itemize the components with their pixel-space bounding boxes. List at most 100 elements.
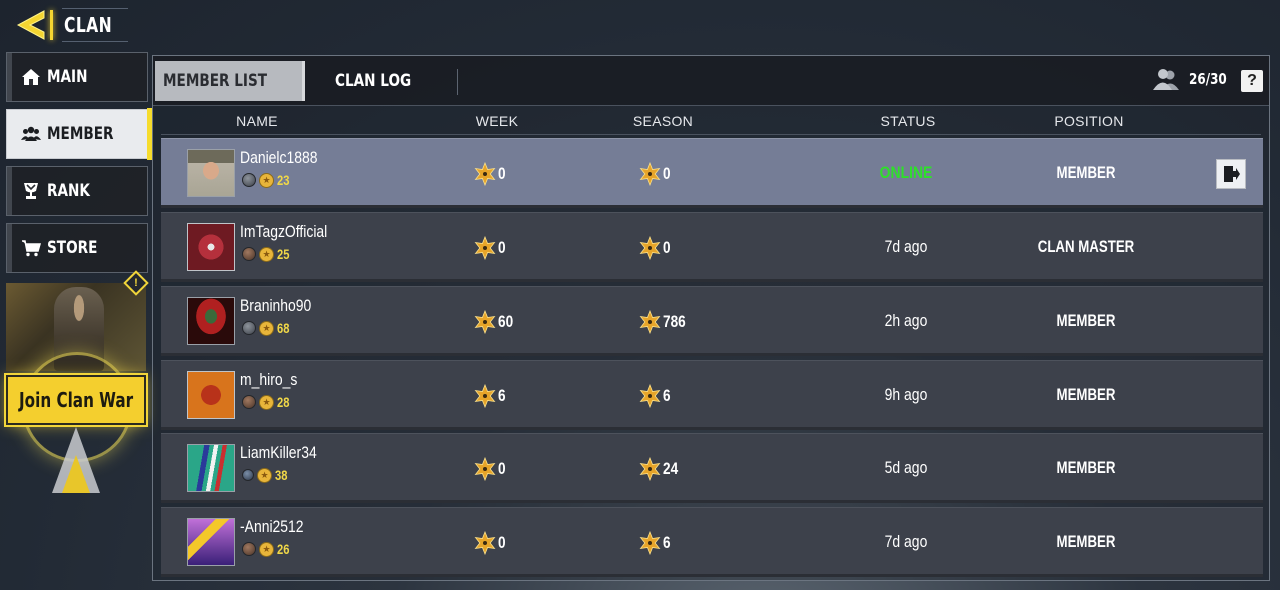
- sidebar-item-label: MEMBER: [47, 124, 114, 144]
- star-icon: [639, 310, 661, 334]
- avatar: [187, 297, 235, 345]
- member-level: 28: [277, 394, 290, 410]
- home-icon: [22, 69, 40, 85]
- member-status: ONLINE: [879, 163, 933, 182]
- member-level: 26: [277, 541, 290, 557]
- season-value: 24: [663, 459, 679, 478]
- level-star-icon: ★: [259, 394, 274, 410]
- column-header-status: STATUS: [880, 113, 936, 129]
- column-header-name: NAME: [236, 113, 278, 129]
- star-icon: [639, 384, 661, 408]
- level-star-icon: ★: [257, 467, 272, 483]
- rank-badge-icon: [242, 469, 254, 481]
- member-name: -Anni2512: [240, 517, 304, 536]
- member-badges: ★ 26: [242, 541, 293, 557]
- season-value: 786: [663, 312, 686, 331]
- member-name: Braninho90: [240, 296, 312, 315]
- sidebar-item-rank[interactable]: RANK: [6, 166, 148, 216]
- member-position: MEMBER: [1056, 532, 1116, 551]
- back-arrow-icon: [16, 10, 45, 40]
- member-position: MEMBER: [1056, 311, 1116, 330]
- member-status: 5d ago: [884, 458, 928, 477]
- column-header-position: POSITION: [1054, 113, 1124, 129]
- season-stat: 24: [638, 457, 682, 481]
- member-level: 25: [277, 246, 290, 262]
- rank-badge-icon: [242, 321, 256, 335]
- rank-badge-icon: [242, 395, 256, 409]
- week-value: 0: [498, 533, 506, 552]
- table-header: NAME WEEK SEASON STATUS POSITION: [161, 108, 1261, 135]
- clan-war-arrow-icon: [52, 427, 100, 493]
- header-divider: [50, 10, 53, 40]
- member-row[interactable]: m_hiro_s ★ 28 6 6 9h ago MEMBER: [161, 360, 1263, 430]
- member-position: CLAN MASTER: [1037, 237, 1135, 256]
- members-icon: [21, 126, 41, 141]
- member-badges: ★ 68: [242, 320, 293, 336]
- page-title: CLAN: [64, 13, 113, 37]
- season-stat: 6: [638, 531, 672, 555]
- season-value: 6: [663, 533, 671, 552]
- sidebar-item-label: RANK: [47, 181, 90, 201]
- join-clan-war-label: Join Clan War: [18, 388, 134, 412]
- tab-divider: [457, 69, 458, 95]
- star-icon: [474, 457, 496, 481]
- week-value: 0: [498, 459, 506, 478]
- member-name: Danielc1888: [240, 148, 318, 167]
- week-stat: 0: [473, 162, 507, 186]
- avatar: [187, 149, 235, 197]
- member-count: 26/30: [1189, 70, 1227, 88]
- trophy-icon: [24, 183, 38, 199]
- member-row[interactable]: ImTagzOfficial ★ 25 0 0 7d ago CLAN MASTER: [161, 212, 1263, 282]
- star-icon: [474, 162, 496, 186]
- tab-member-list[interactable]: MEMBER LIST: [155, 61, 305, 101]
- sidebar-item-label: MAIN: [47, 67, 88, 87]
- week-stat: 0: [473, 457, 507, 481]
- member-status: 7d ago: [884, 532, 928, 551]
- member-level: 68: [277, 320, 290, 336]
- member-row[interactable]: Braninho90 ★ 68 60 786 2h ago MEMBER: [161, 286, 1263, 356]
- avatar: [187, 444, 235, 492]
- level-star-icon: ★: [259, 172, 274, 188]
- season-stat: 786: [638, 310, 691, 334]
- kick-member-button[interactable]: [1216, 159, 1246, 189]
- member-name: ImTagzOfficial: [240, 222, 328, 241]
- avatar: [187, 371, 235, 419]
- week-value: 6: [498, 386, 506, 405]
- star-icon: [474, 310, 496, 334]
- member-row[interactable]: -Anni2512 ★ 26 0 6 7d ago MEMBER: [161, 507, 1263, 577]
- tab-bar: MEMBER LIST CLAN LOG 26/30 ?: [153, 56, 1269, 106]
- member-badges: ★ 25: [242, 246, 293, 262]
- season-value: 0: [663, 238, 671, 257]
- member-status: 7d ago: [884, 237, 928, 256]
- season-value: 6: [663, 386, 671, 405]
- star-icon: [474, 384, 496, 408]
- member-status: 9h ago: [884, 385, 928, 404]
- join-clan-war-button[interactable]: Join Clan War: [4, 373, 148, 427]
- exit-door-icon: [1224, 166, 1240, 182]
- sidebar-item-member[interactable]: MEMBER: [6, 108, 152, 160]
- help-button[interactable]: ?: [1241, 70, 1263, 92]
- member-badges: ★ 23: [242, 172, 293, 188]
- member-position: MEMBER: [1056, 163, 1116, 182]
- level-star-icon: ★: [259, 246, 274, 262]
- week-stat: 0: [473, 236, 507, 260]
- sidebar-item-label: STORE: [47, 238, 98, 258]
- back-button[interactable]: [14, 8, 54, 42]
- star-icon: [639, 457, 661, 481]
- level-star-icon: ★: [259, 541, 274, 557]
- rank-badge-icon: [242, 247, 256, 261]
- week-value: 0: [498, 164, 506, 183]
- member-level: 38: [275, 467, 288, 483]
- sidebar-item-store[interactable]: STORE: [6, 223, 148, 273]
- member-row[interactable]: LiamKiller34 ★ 38 0 24 5d ago MEMBER: [161, 433, 1263, 503]
- week-value: 60: [498, 312, 514, 331]
- tab-clan-log[interactable]: CLAN LOG: [318, 61, 448, 101]
- member-name: LiamKiller34: [240, 443, 317, 462]
- cart-icon: [22, 240, 41, 257]
- member-name: m_hiro_s: [240, 370, 298, 389]
- member-status: 2h ago: [884, 311, 928, 330]
- sidebar-item-main[interactable]: MAIN: [6, 52, 148, 102]
- week-stat: 0: [473, 531, 507, 555]
- star-icon: [474, 236, 496, 260]
- member-row[interactable]: Danielc1888 ★ 23 0 0 ONLINE MEMBER: [161, 138, 1263, 208]
